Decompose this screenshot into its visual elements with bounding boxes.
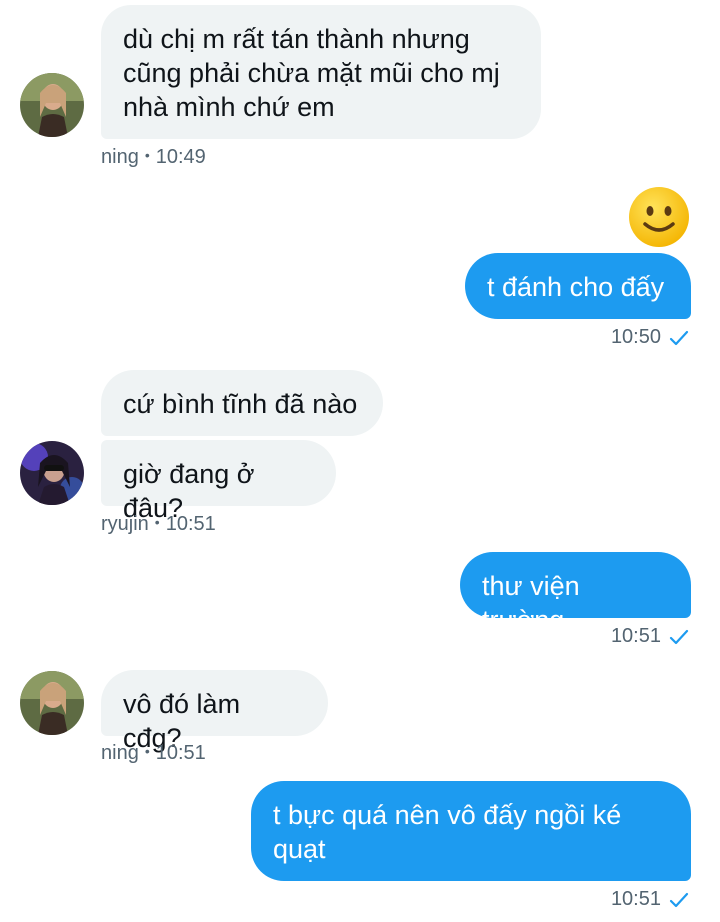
message-bubble-outgoing[interactable]: t bực quá nên vô đấy ngồi ké quạt [251, 781, 691, 881]
message-bubble-outgoing[interactable]: thư viện trường [460, 552, 691, 635]
sent-check-icon [669, 330, 689, 346]
sender-name: ning [101, 146, 139, 168]
message-bubble-outgoing[interactable]: t đánh cho đấy [465, 253, 691, 319]
message-meta: 10:50 [611, 326, 689, 349]
separator-dot: • [144, 147, 150, 163]
timestamp: 10:51 [610, 625, 661, 647]
avatar-image [20, 73, 84, 137]
message-bubble-incoming[interactable]: giờ đang ở đâu? [101, 440, 336, 523]
avatar-image [20, 671, 84, 735]
message-meta: ning • 10:49 [101, 146, 206, 169]
slightly-smiling-emoji[interactable] [628, 186, 690, 253]
message-bubble-incoming[interactable]: dù chị m rất tán thành nhưng cũng phải c… [101, 5, 541, 139]
message-meta: 10:51 [611, 625, 689, 648]
avatar-ning[interactable] [20, 671, 84, 735]
message-bubble-incoming[interactable]: cứ bình tĩnh đã nào [101, 370, 383, 436]
message-meta: ryujin • 10:51 [101, 513, 216, 536]
avatar-ryujin[interactable] [20, 441, 84, 505]
sent-check-icon [669, 892, 689, 908]
message-meta: ning • 10:51 [101, 742, 206, 765]
sender-name: ryujin [101, 513, 149, 535]
timestamp: 10:50 [610, 326, 661, 348]
message-meta: 10:51 [611, 888, 689, 911]
sent-check-icon [669, 629, 689, 645]
smile-emoji-icon [629, 187, 689, 247]
separator-dot: • [154, 514, 160, 530]
timestamp: 10:51 [610, 888, 661, 910]
timestamp: 10:51 [165, 513, 216, 535]
timestamp: 10:51 [155, 742, 206, 764]
timestamp: 10:49 [155, 146, 206, 168]
avatar-image [20, 441, 84, 505]
sender-name: ning [101, 742, 139, 764]
separator-dot: • [144, 743, 150, 759]
avatar-ning[interactable] [20, 73, 84, 137]
message-bubble-incoming[interactable]: vô đó làm cđg? [101, 670, 328, 753]
